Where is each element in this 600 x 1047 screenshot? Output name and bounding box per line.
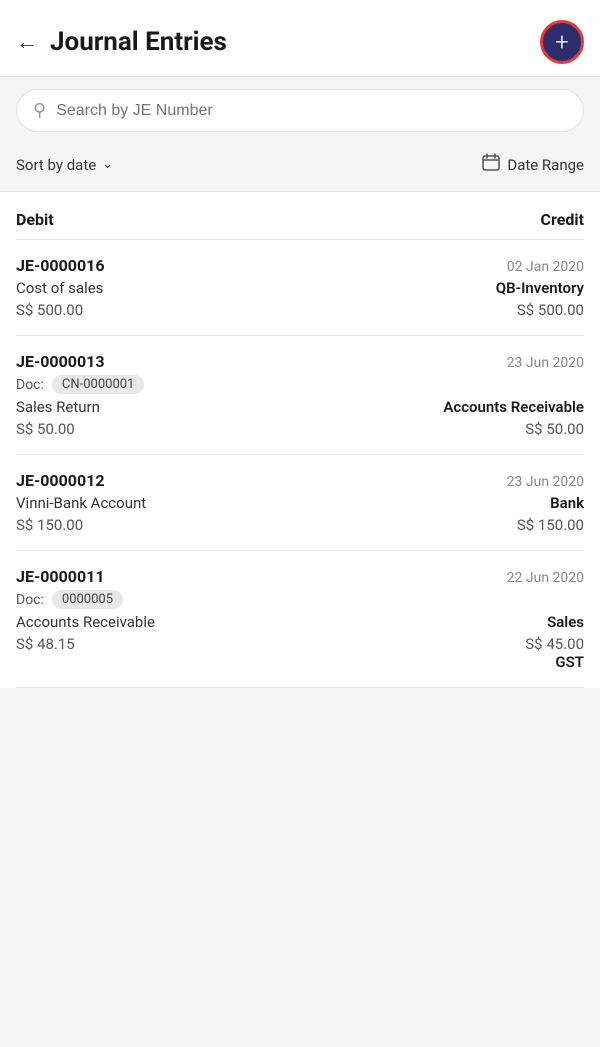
debit-column-header: Debit — [16, 210, 54, 229]
filter-bar: Sort by date ⌄ Date Range — [0, 144, 600, 192]
column-headers: Debit Credit — [16, 192, 584, 240]
date-range-label: Date Range — [507, 156, 584, 174]
doc-row: Doc: 0000005 — [16, 590, 584, 609]
search-input[interactable] — [56, 102, 567, 120]
je-debit-amount: S$ 500.00 — [16, 301, 83, 319]
je-accounts-row: Vinni-Bank Account Bank — [16, 494, 584, 512]
doc-row: Doc: CN-0000001 — [16, 375, 584, 394]
journal-entry-je-0000016[interactable]: JE-0000016 02 Jan 2020 Cost of sales QB-… — [16, 240, 584, 336]
je-debit-account: Vinni-Bank Account — [16, 494, 146, 512]
je-credit-account: Accounts Receivable — [443, 398, 584, 416]
credit-column-header: Credit — [541, 210, 584, 229]
chevron-down-icon: ⌄ — [102, 157, 113, 172]
je-date: 23 Jun 2020 — [507, 355, 584, 371]
je-debit-account: Sales Return — [16, 398, 100, 416]
je-number: JE-0000016 — [16, 256, 105, 275]
calendar-icon — [481, 152, 501, 177]
je-number: JE-0000011 — [16, 567, 105, 586]
je-debit-account: Accounts Receivable — [16, 613, 155, 631]
doc-badge: CN-0000001 — [52, 375, 144, 394]
je-date: 02 Jan 2020 — [507, 259, 584, 275]
je-header-row: JE-0000011 22 Jun 2020 — [16, 567, 584, 586]
add-button[interactable]: + — [540, 20, 584, 64]
je-number: JE-0000012 — [16, 471, 105, 490]
header-left: ← Journal Entries — [16, 27, 227, 57]
sort-button[interactable]: Sort by date ⌄ — [16, 156, 113, 174]
back-button[interactable]: ← — [16, 29, 38, 55]
je-credit-account: Sales — [547, 613, 584, 631]
je-credit-account: QB-Inventory — [496, 279, 584, 297]
extra-credit-label: GST — [555, 653, 584, 671]
je-header-row: JE-0000013 23 Jun 2020 — [16, 352, 584, 371]
search-bar[interactable]: ⚲ — [16, 89, 584, 132]
je-accounts-row: Cost of sales QB-Inventory — [16, 279, 584, 297]
doc-label: Doc: — [16, 377, 44, 393]
je-amounts-row: S$ 48.15 S$ 45.00 — [16, 635, 584, 653]
je-accounts-row: Sales Return Accounts Receivable — [16, 398, 584, 416]
add-icon: + — [555, 30, 569, 54]
doc-label: Doc: — [16, 592, 44, 608]
je-number: JE-0000013 — [16, 352, 105, 371]
journal-entry-je-0000011[interactable]: JE-0000011 22 Jun 2020 Doc: 0000005 Acco… — [16, 551, 584, 688]
je-date: 23 Jun 2020 — [507, 474, 584, 490]
je-debit-account: Cost of sales — [16, 279, 103, 297]
je-debit-amount: S$ 50.00 — [16, 420, 75, 438]
header: ← Journal Entries + — [0, 0, 600, 77]
je-header-row: JE-0000016 02 Jan 2020 — [16, 256, 584, 275]
je-debit-amount: S$ 150.00 — [16, 516, 83, 534]
je-credit-amount: S$ 150.00 — [517, 516, 584, 534]
je-credit-account: Bank — [550, 494, 584, 512]
je-amounts-row: S$ 500.00 S$ 500.00 — [16, 301, 584, 319]
je-amounts-row: S$ 150.00 S$ 150.00 — [16, 516, 584, 534]
je-debit-amount: S$ 48.15 — [16, 635, 75, 653]
je-credit-amount: S$ 50.00 — [525, 420, 584, 438]
journal-entry-je-0000012[interactable]: JE-0000012 23 Jun 2020 Vinni-Bank Accoun… — [16, 455, 584, 551]
journal-entry-je-0000013[interactable]: JE-0000013 23 Jun 2020 Doc: CN-0000001 S… — [16, 336, 584, 455]
page-title: Journal Entries — [50, 27, 227, 57]
je-amounts-row: S$ 50.00 S$ 50.00 — [16, 420, 584, 438]
je-accounts-row: Accounts Receivable Sales — [16, 613, 584, 631]
je-credit-amount: S$ 45.00 — [525, 635, 584, 653]
extra-credit-row: GST — [16, 653, 584, 671]
je-header-row: JE-0000012 23 Jun 2020 — [16, 471, 584, 490]
search-icon: ⚲ — [33, 100, 46, 121]
content: Debit Credit JE-0000016 02 Jan 2020 Cost… — [0, 192, 600, 688]
doc-badge: 0000005 — [52, 590, 123, 609]
je-credit-amount: S$ 500.00 — [517, 301, 584, 319]
date-range-button[interactable]: Date Range — [481, 152, 584, 177]
je-date: 22 Jun 2020 — [507, 570, 584, 586]
sort-label: Sort by date — [16, 156, 96, 174]
search-bar-container: ⚲ — [0, 77, 600, 144]
